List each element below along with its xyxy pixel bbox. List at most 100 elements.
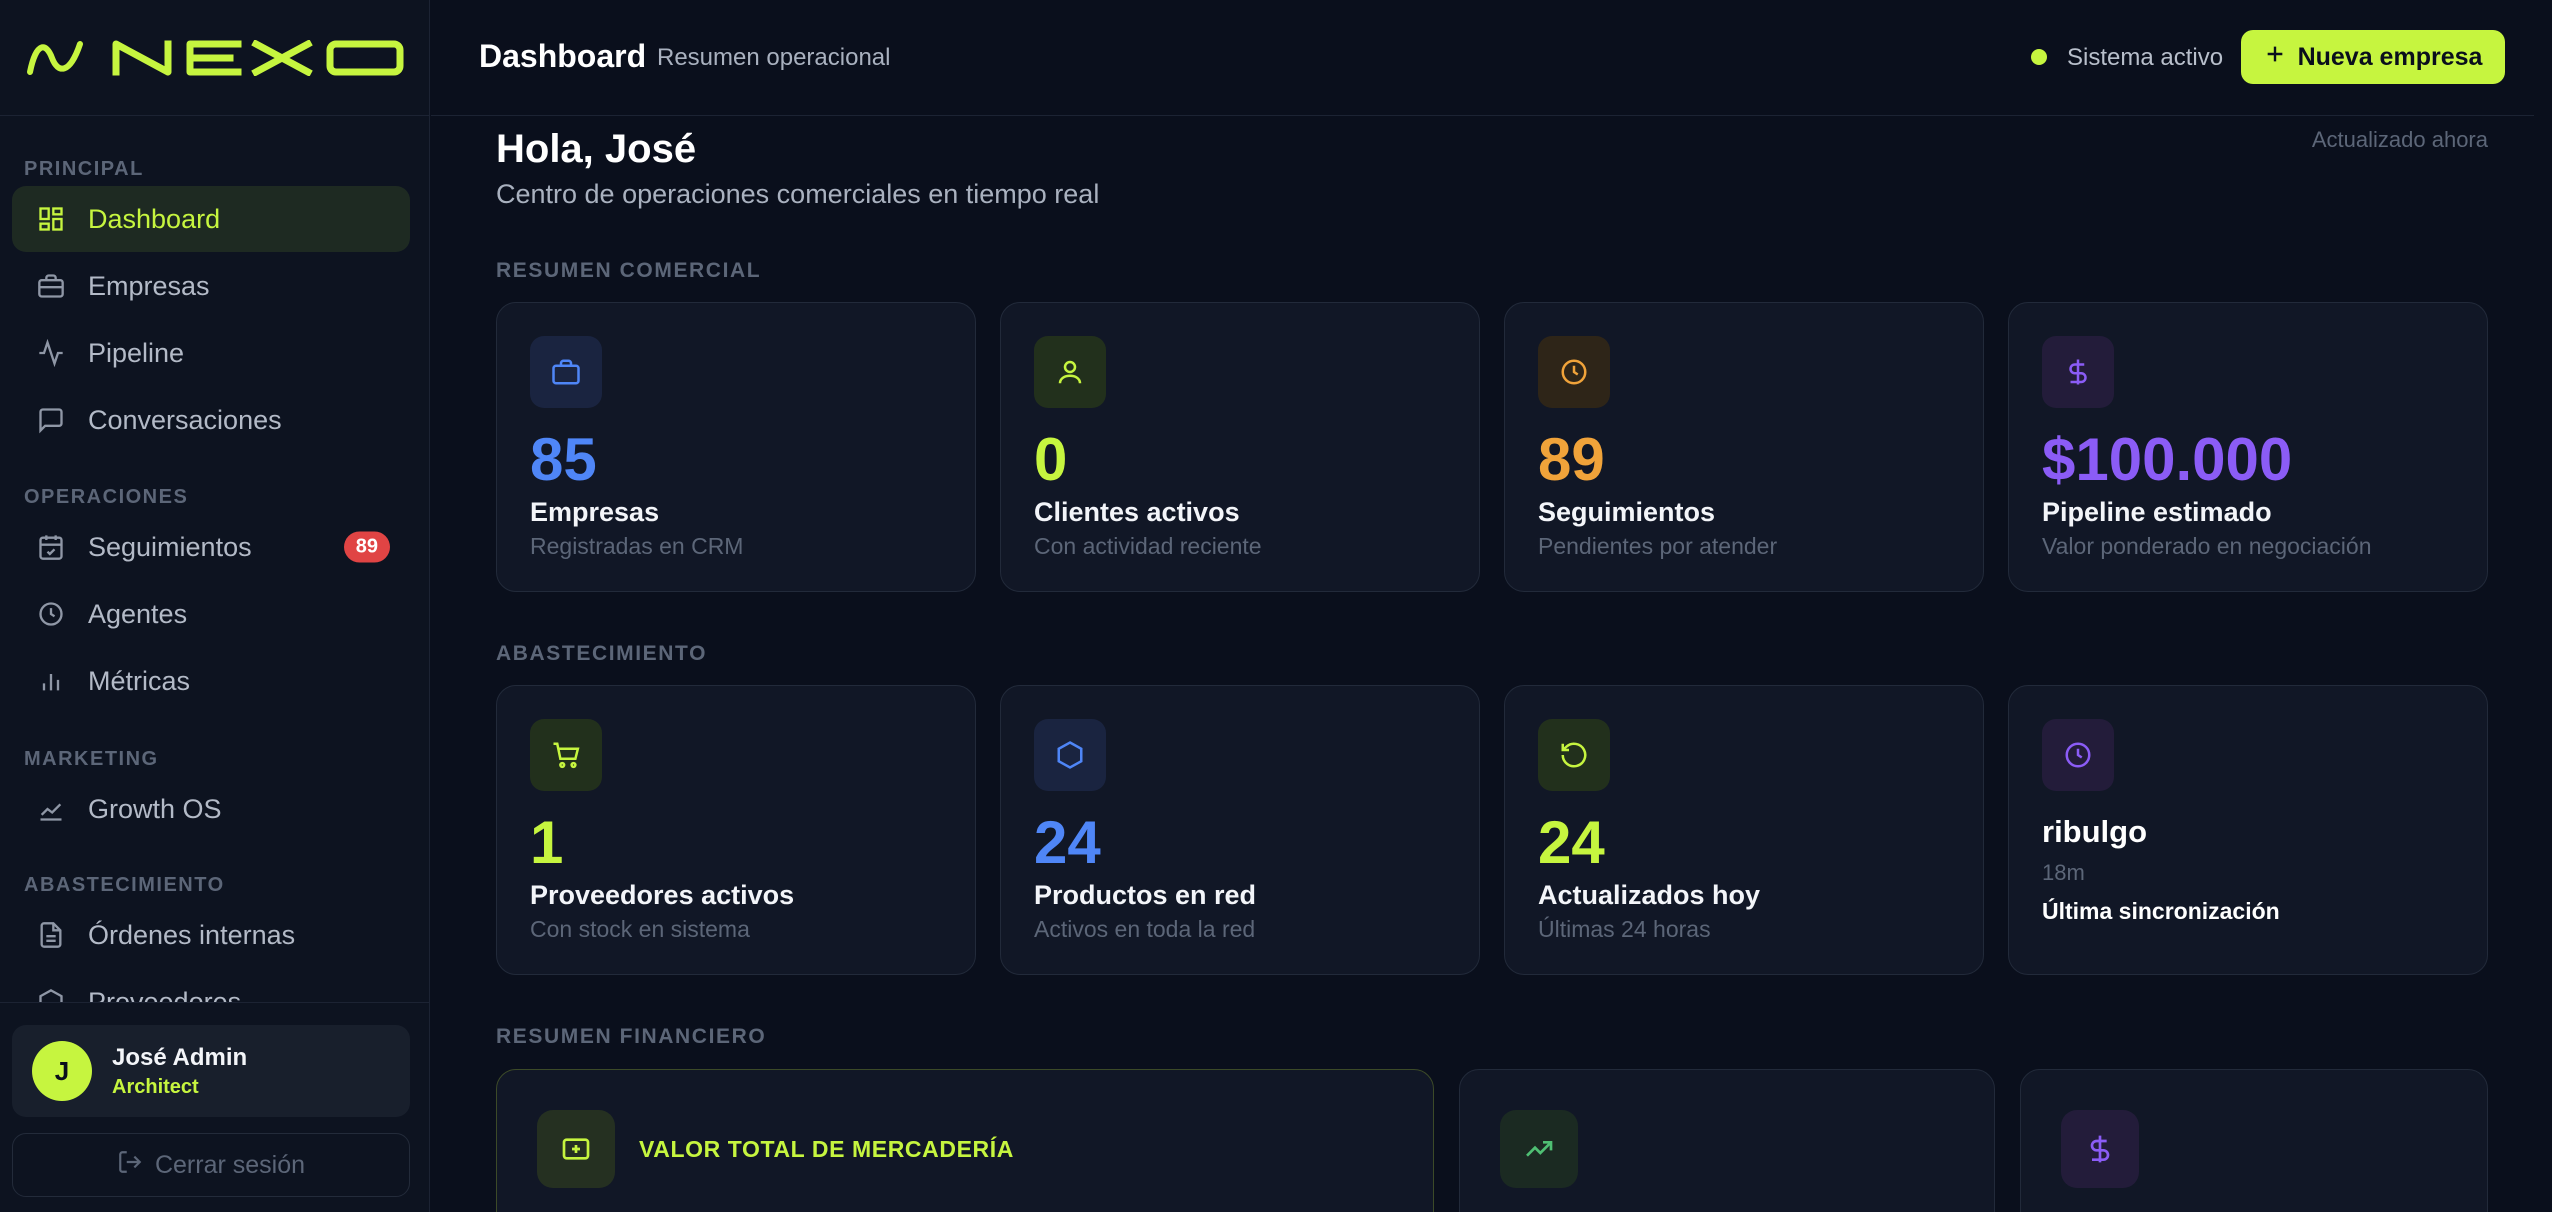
dollar-icon [2061, 1110, 2139, 1188]
greeting: Hola, José [496, 127, 697, 171]
greeting-subtitle: Centro de operaciones comerciales en tie… [496, 179, 1100, 209]
page-title: Dashboard [479, 38, 647, 74]
topbar: Dashboard Resumen operacional Sistema ac… [431, 0, 2552, 116]
refresh-icon [1538, 719, 1610, 791]
user-area: J José Admin Architect Cerrar sesión [0, 1002, 430, 1212]
clock-icon [2042, 719, 2114, 791]
logout-label: Cerrar sesión [154, 1150, 306, 1179]
section-marketing: MARKETING [24, 748, 159, 770]
user-card[interactable]: J José Admin Architect [12, 1025, 410, 1117]
section-abastecimiento: ABASTECIMIENTO [496, 642, 708, 665]
stat-card-proveedores-activos[interactable]: 1 Proveedores activos Con stock en siste… [496, 685, 976, 975]
stat-card-pipeline-estimado[interactable]: $100.000 Pipeline estimado Valor pondera… [2008, 302, 2488, 592]
brand-logo [112, 39, 404, 76]
stat-value: 24 [1034, 809, 1101, 876]
sidebar-item-label: Proveedores [88, 986, 242, 1003]
stat-label: Seguimientos [1538, 497, 1716, 527]
stat-value: 89 [1538, 426, 1605, 493]
hexagon-icon [1034, 719, 1106, 791]
sidebar-item-seguimientos[interactable]: Seguimientos 89 [12, 514, 410, 580]
new-company-button[interactable]: Nueva empresa [2241, 30, 2505, 84]
sidebar-item-label: Conversaciones [88, 404, 282, 435]
sidebar-item-label: Órdenes internas [88, 919, 296, 950]
cart-icon [530, 719, 602, 791]
logout-icon [117, 1149, 143, 1182]
stat-label: Última sincronización [2042, 898, 2280, 924]
count-badge: 89 [343, 531, 390, 563]
sidebar-item-agentes[interactable]: Agentes [12, 581, 410, 647]
window-edge [2534, 0, 2552, 1212]
sidebar-item-label: Pipeline [88, 337, 185, 368]
stat-value: 1 [530, 809, 564, 876]
stat-card-seguimientos[interactable]: 89 Seguimientos Pendientes por atender [1504, 302, 1984, 592]
stat-label: Productos en red [1034, 880, 1257, 910]
finance-card-valor-total[interactable]: VALOR TOTAL DE MERCADERÍA [496, 1069, 1434, 1212]
section-resumen-financiero: RESUMEN FINANCIERO [496, 1025, 767, 1048]
stat-description: Valor ponderado en negociación [2042, 533, 2372, 559]
section-operaciones: OPERACIONES [24, 486, 189, 508]
updated-status: Actualizado ahora [2311, 127, 2488, 152]
stat-card-ultima-sincronizacion[interactable]: ribulgo 18m Última sincronización [2008, 685, 2488, 975]
stat-card-actualizados-hoy[interactable]: 24 Actualizados hoy Últimas 24 horas [1504, 685, 1984, 975]
section-resumen-comercial: RESUMEN COMERCIAL [496, 259, 762, 282]
clock-icon [1538, 336, 1610, 408]
dollar-icon [2042, 336, 2114, 408]
new-company-label: Nueva empresa [2297, 42, 2483, 71]
logout-button[interactable]: Cerrar sesión [12, 1133, 410, 1197]
sidebar-item-growth-os[interactable]: Growth OS [12, 776, 410, 842]
bar-chart-icon [36, 666, 66, 696]
brand-mark-icon [27, 40, 83, 75]
trending-up-icon [36, 794, 66, 824]
app-window: PRINCIPAL Dashboard Empresas Pipeline Co… [0, 0, 2552, 1212]
brand[interactable] [0, 0, 429, 116]
section-principal: PRINCIPAL [24, 158, 144, 180]
message-icon [36, 405, 66, 435]
sidebar-item-empresas[interactable]: Empresas [12, 253, 410, 319]
sidebar-item-dashboard[interactable]: Dashboard [12, 186, 410, 252]
finance-card-dollar[interactable] [2020, 1069, 2488, 1212]
file-text-icon [36, 920, 66, 950]
stat-label: Proveedores activos [530, 880, 795, 910]
avatar: J [32, 1041, 92, 1101]
briefcase-icon [530, 336, 602, 408]
sidebar-item-conversaciones[interactable]: Conversaciones [12, 387, 410, 453]
stat-description: Registradas en CRM [530, 533, 744, 559]
calendar-check-icon [36, 532, 66, 562]
sidebar-item-label: Seguimientos [88, 531, 252, 562]
briefcase-icon [36, 271, 66, 301]
sidebar-item-label: Agentes [88, 598, 188, 629]
activity-icon [36, 338, 66, 368]
stat-label: Pipeline estimado [2042, 497, 2272, 527]
sidebar-item-label: Métricas [88, 665, 191, 696]
stat-description: Con actividad reciente [1034, 533, 1262, 559]
stat-value: $100.000 [2042, 426, 2293, 493]
sidebar-item-label: Empresas [88, 270, 210, 301]
stat-description: Últimas 24 horas [1538, 916, 1711, 942]
stat-card-clientes-activos[interactable]: 0 Clientes activos Con actividad recient… [1000, 302, 1480, 592]
clock-icon [36, 599, 66, 629]
user-name: José Admin [112, 1043, 248, 1071]
sidebar-item-metricas[interactable]: Métricas [12, 648, 410, 714]
stat-label: Empresas [530, 497, 660, 527]
sidebar-item-label: Dashboard [88, 203, 221, 234]
stat-card-productos-en-red[interactable]: 24 Productos en red Activos en toda la r… [1000, 685, 1480, 975]
sync-source-name: ribulgo [2042, 814, 2148, 849]
stat-value: 0 [1034, 426, 1068, 493]
plus-box-icon [537, 1110, 615, 1188]
section-abastecimiento: ABASTECIMIENTO [24, 874, 225, 896]
finance-card-title: VALOR TOTAL DE MERCADERÍA [639, 1136, 1014, 1162]
sidebar-nav[interactable]: PRINCIPAL Dashboard Empresas Pipeline Co… [0, 116, 430, 1002]
stat-card-empresas[interactable]: 85 Empresas Registradas en CRM [496, 302, 976, 592]
user-icon [1034, 336, 1106, 408]
stat-value: 24 [1538, 809, 1605, 876]
finance-card-trend[interactable] [1459, 1069, 1995, 1212]
sidebar-item-proveedores[interactable]: Proveedores [12, 969, 410, 1002]
main-content: Hola, José Centro de operaciones comerci… [431, 117, 2552, 1212]
box-icon [36, 987, 66, 1002]
stat-label: Clientes activos [1034, 497, 1240, 527]
sidebar: PRINCIPAL Dashboard Empresas Pipeline Co… [0, 0, 430, 1212]
page-subtitle: Resumen operacional [657, 44, 891, 71]
sidebar-item-pipeline[interactable]: Pipeline [12, 320, 410, 386]
sidebar-item-ordenes-internas[interactable]: Órdenes internas [12, 902, 410, 968]
user-role: Architect [112, 1075, 199, 1098]
